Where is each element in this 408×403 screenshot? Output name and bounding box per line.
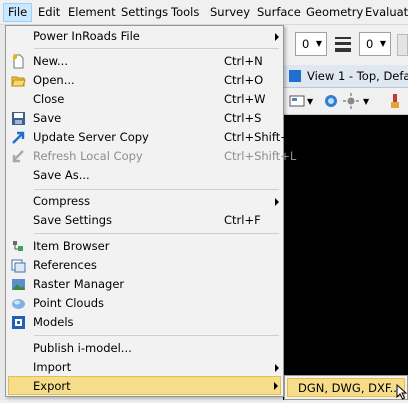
menu-item-point-clouds[interactable]: Point Clouds: [8, 294, 281, 313]
menu-item-export[interactable]: Export: [8, 376, 281, 395]
menu-bar: File Edit Element Settings Tools Survey …: [0, 0, 408, 25]
chevron-down-icon: ▼: [379, 39, 386, 48]
menu-item-compress[interactable]: Compress: [8, 192, 281, 211]
menu-item-label: Refresh Local Copy: [33, 149, 143, 163]
menu-item-label: Save: [33, 111, 62, 125]
menu-item-label: Export: [33, 379, 71, 393]
models-icon: [11, 315, 26, 330]
menu-item-import[interactable]: Import: [8, 358, 281, 377]
submenu-arrow-icon: [275, 364, 279, 372]
menu-item-publish-imodel[interactable]: Publish i-model...: [8, 339, 281, 358]
menu-item-label: New...: [33, 54, 68, 68]
menu-file[interactable]: File: [3, 3, 33, 22]
menu-geometry[interactable]: Geometry: [302, 3, 367, 22]
submenu-arrow-icon: [275, 33, 279, 41]
style-combo[interactable]: 0 ▼: [359, 32, 391, 56]
menu-item-label: Power InRoads File: [33, 29, 140, 43]
weight-combo-value: 0: [302, 37, 310, 51]
menu-item-save[interactable]: Save Ctrl+S: [8, 109, 281, 128]
point-clouds-icon: [11, 296, 26, 311]
file-menu-dropdown: Power InRoads File New... Ctrl+N Open...…: [5, 25, 297, 397]
menu-item-label: Point Clouds: [33, 296, 105, 310]
menu-item-open[interactable]: Open... Ctrl+O: [8, 71, 281, 90]
item-browser-icon: [11, 239, 26, 254]
new-file-icon: [11, 54, 26, 69]
view-toolbar: ▼ ▼: [283, 88, 408, 115]
menu-item-shortcut: Ctrl+F: [224, 213, 261, 227]
menu-item-new[interactable]: New... Ctrl+N: [8, 52, 281, 71]
menu-item-item-browser[interactable]: Item Browser: [8, 237, 281, 256]
view-canvas[interactable]: [283, 115, 408, 400]
upload-arrow-icon: [11, 130, 26, 145]
view-attributes-icon[interactable]: [289, 93, 305, 109]
style-combo-value: 0: [366, 37, 374, 51]
toolbar-overflow-button[interactable]: [397, 34, 408, 56]
attributes-toolbar: 0 ▼ 0 ▼: [283, 25, 408, 66]
menu-item-shortcut: Ctrl+N: [224, 54, 263, 68]
menu-item-save-as[interactable]: Save As...: [8, 166, 281, 185]
menu-item-label: Import: [33, 360, 72, 374]
menu-separator: [34, 189, 279, 190]
display-style-icon[interactable]: [323, 93, 339, 109]
menu-item-label: Save Settings: [33, 213, 113, 227]
export-submenu: DGN, DWG, DXF...: [284, 375, 408, 400]
paint-icon[interactable]: [387, 93, 403, 109]
menu-item-save-settings[interactable]: Save Settings Ctrl+F: [8, 211, 281, 230]
menu-item-label: References: [33, 258, 97, 272]
download-arrow-icon: [11, 149, 26, 164]
menu-item-label: Models: [33, 315, 74, 329]
save-disk-icon: [11, 111, 26, 126]
weight-combo[interactable]: 0 ▼: [295, 32, 327, 56]
open-folder-icon: [11, 73, 26, 88]
menu-item-shortcut: Ctrl+S: [224, 111, 262, 125]
submenu-arrow-icon: [274, 382, 278, 390]
menu-item-shortcut: Ctrl+Shift+S: [224, 130, 298, 144]
menu-separator: [34, 48, 279, 49]
menu-item-close[interactable]: Close Ctrl+W: [8, 90, 281, 109]
view-icon: [289, 70, 301, 82]
menu-item-label: Save As...: [33, 168, 90, 182]
menu-item-label: Open...: [33, 73, 75, 87]
menu-element[interactable]: Element: [64, 3, 120, 22]
menu-item-dgn-dwg-dxf[interactable]: DGN, DWG, DXF...: [287, 378, 405, 397]
menu-item-label: Update Server Copy: [33, 130, 149, 144]
view-tab[interactable]: View 1 - Top, Defau: [283, 65, 408, 88]
menu-survey[interactable]: Survey: [206, 3, 254, 22]
chevron-down-icon[interactable]: ▼: [307, 97, 313, 106]
menu-item-refresh-local-copy: Refresh Local Copy Ctrl+Shift+L: [8, 147, 296, 166]
menu-tools[interactable]: Tools: [167, 3, 203, 22]
chevron-down-icon[interactable]: ▼: [363, 97, 369, 106]
menu-separator: [34, 233, 279, 234]
menu-item-shortcut: Ctrl+O: [224, 73, 264, 87]
menu-item-update-server-copy[interactable]: Update Server Copy Ctrl+Shift+S: [8, 128, 297, 147]
menu-item-power-inroads-file[interactable]: Power InRoads File: [8, 27, 281, 46]
submenu-arrow-icon: [275, 198, 279, 206]
chevron-down-icon: ▼: [315, 39, 322, 48]
menu-item-references[interactable]: References: [8, 256, 281, 275]
menu-item-label: Compress: [33, 194, 91, 208]
menu-item-label: Close: [33, 92, 65, 106]
menu-separator: [34, 335, 279, 336]
menu-item-shortcut: Ctrl+W: [224, 92, 266, 106]
menu-item-label: Item Browser: [33, 239, 110, 253]
menu-item-models[interactable]: Models: [8, 313, 281, 332]
line-style-icon[interactable]: [333, 34, 353, 54]
menu-settings[interactable]: Settings: [117, 3, 172, 22]
view-tab-label: View 1 - Top, Defau: [307, 69, 408, 83]
references-icon: [11, 258, 26, 273]
menu-item-shortcut: Ctrl+Shift+L: [224, 149, 297, 163]
menu-item-raster-manager[interactable]: Raster Manager: [8, 275, 281, 294]
menu-item-label: Raster Manager: [33, 277, 125, 291]
menu-edit[interactable]: Edit: [34, 3, 64, 22]
menu-item-label: Publish i-model...: [33, 341, 132, 355]
mouse-cursor-icon: [396, 383, 408, 400]
lighting-icon[interactable]: [343, 93, 359, 109]
menu-item-label: DGN, DWG, DXF...: [298, 381, 401, 395]
menu-surface[interactable]: Surface: [253, 3, 305, 22]
menu-evaluation[interactable]: Evaluatio: [361, 3, 408, 22]
raster-manager-icon: [11, 277, 26, 292]
